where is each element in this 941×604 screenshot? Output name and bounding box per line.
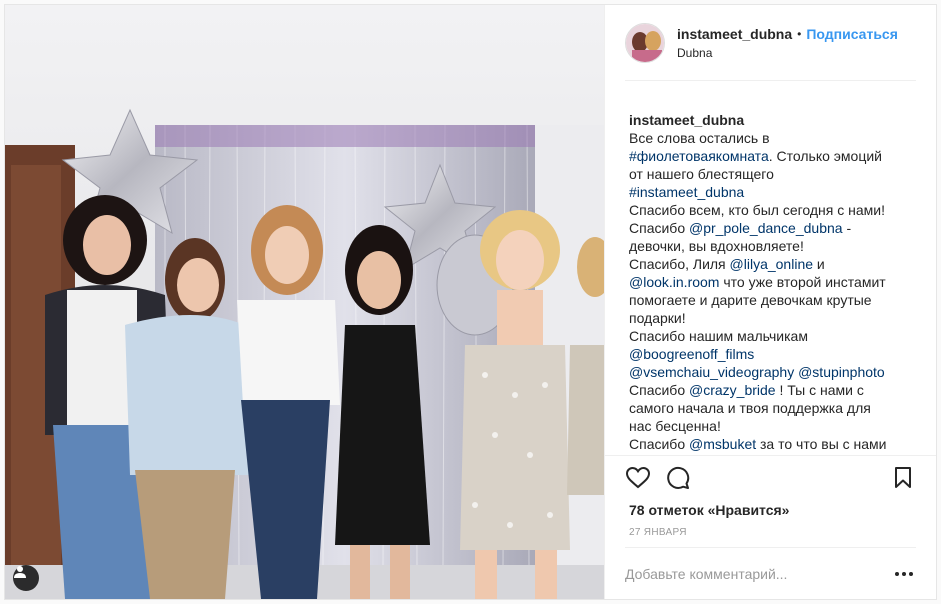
caption-segment: Спасибо (629, 382, 686, 398)
post-photo[interactable] (5, 5, 604, 599)
person-icon (14, 566, 26, 578)
post-header: instameet_dubna • Подписаться Dubna (625, 5, 916, 81)
header-separator: • (797, 26, 802, 41)
action-bar (605, 456, 936, 500)
header-username[interactable]: instameet_dubna (677, 26, 792, 42)
caption-link[interactable]: #instameet_dubna (629, 184, 744, 200)
caption-link[interactable]: @vsemchaiu_videography (629, 364, 794, 380)
caption-link[interactable]: @look.in.room (629, 274, 719, 290)
post-card: instameet_dubna • Подписаться Dubna inst… (4, 4, 937, 600)
likes-count[interactable]: 78 отметок «Нравится» (605, 500, 936, 520)
caption-segment: Все слова остались в (629, 130, 770, 146)
avatar-image (626, 23, 664, 62)
bookmark-icon (895, 467, 911, 488)
save-button[interactable] (890, 465, 916, 491)
like-button[interactable] (625, 465, 651, 491)
avatar[interactable] (625, 22, 665, 63)
more-options-icon (895, 571, 913, 576)
post-date: 27 ЯНВАРЯ (629, 527, 687, 538)
post-side-panel: instameet_dubna • Подписаться Dubna inst… (604, 5, 936, 599)
header-line: instameet_dubna • Подписаться (677, 26, 898, 42)
photo-illustration (5, 5, 604, 599)
caption-link[interactable]: @pr_pole_dance_dubna (689, 220, 843, 236)
comment-bar (625, 547, 916, 599)
caption-scroll-area[interactable]: instameet_dubna Все слова остались в #фи… (605, 81, 936, 456)
caption-link[interactable]: @boogreenoff_films (629, 346, 754, 362)
caption-link[interactable]: @crazy_bride (689, 382, 776, 398)
caption-link[interactable]: #фиолетоваякомната (629, 148, 769, 164)
comment-input[interactable] (625, 565, 892, 582)
caption-segment: и (816, 256, 825, 272)
location-link[interactable]: Dubna (677, 46, 898, 60)
caption-link[interactable]: @stupinphoto (798, 364, 885, 380)
header-text: instameet_dubna • Подписаться Dubna (677, 26, 898, 60)
caption-username[interactable]: instameet_dubna (629, 112, 744, 128)
caption-link[interactable]: @lilya_online (730, 256, 813, 272)
caption-link[interactable]: @msbuket (689, 436, 756, 452)
heart-icon (626, 467, 650, 489)
follow-button[interactable]: Подписаться (806, 26, 898, 42)
comment-icon (667, 466, 690, 489)
comment-button[interactable] (665, 465, 691, 491)
more-options-button[interactable] (892, 564, 916, 584)
tagged-users-button[interactable] (13, 565, 39, 591)
caption-text: instameet_dubna Все слова остались в #фи… (629, 93, 912, 455)
